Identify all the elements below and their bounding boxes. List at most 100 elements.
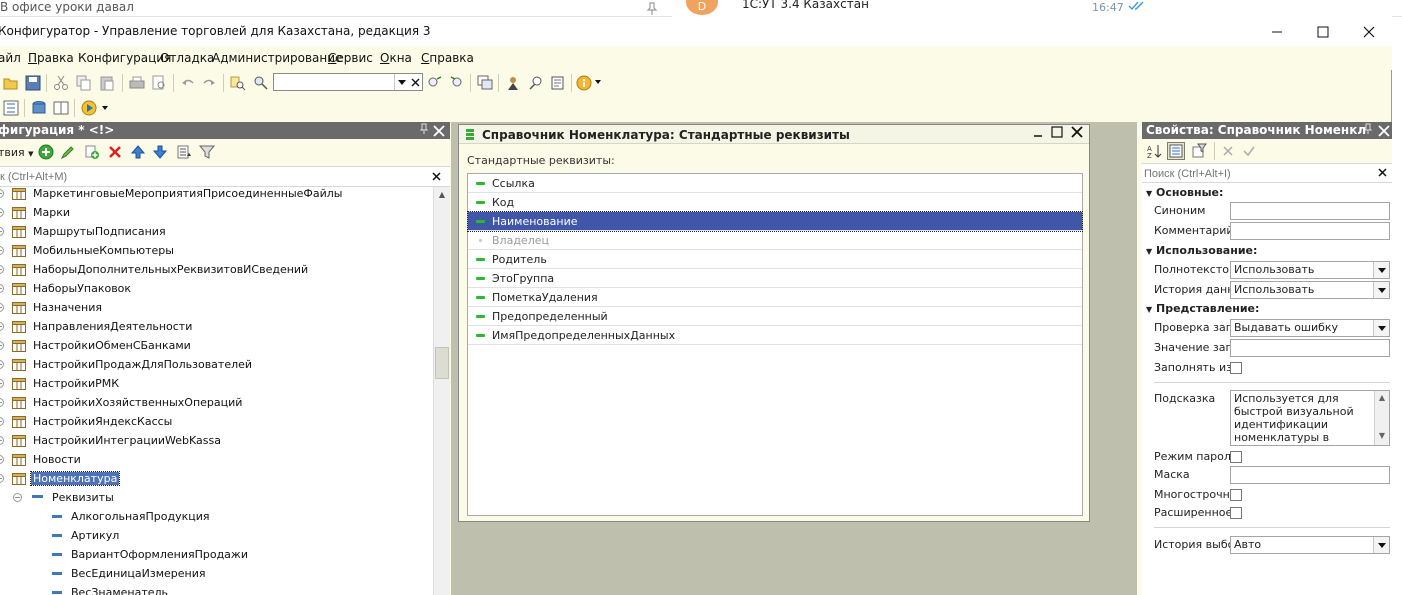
tooltip-scrollbar[interactable]: ▲ ▼ xyxy=(1374,391,1389,445)
print-icon[interactable] xyxy=(129,75,145,91)
search-input[interactable] xyxy=(274,74,394,90)
edit-icon[interactable] xyxy=(60,144,76,160)
start-debug-icon[interactable] xyxy=(81,100,97,116)
expand-icon[interactable]: + xyxy=(0,379,4,388)
expand-icon[interactable]: + xyxy=(0,246,4,255)
attribute-row[interactable]: Ссылка xyxy=(468,174,1082,193)
undo-icon[interactable] xyxy=(180,75,196,91)
collapse-icon[interactable]: − xyxy=(13,493,22,502)
attribute-row[interactable]: Родитель xyxy=(468,250,1082,269)
expand-icon[interactable]: + xyxy=(0,189,4,198)
close-panel-button[interactable] xyxy=(1378,122,1390,137)
menu-file[interactable]: айл xyxy=(0,51,21,65)
menu-edit[interactable]: Правка xyxy=(28,51,74,65)
attribute-row[interactable]: Владелец xyxy=(468,231,1082,250)
find-next-icon[interactable] xyxy=(427,75,443,91)
menu-windows[interactable]: Окна xyxy=(380,51,412,65)
windows-icon[interactable] xyxy=(477,75,493,91)
expand-icon[interactable]: + xyxy=(0,341,4,350)
find-previous-icon[interactable] xyxy=(449,75,465,91)
attribute-row[interactable]: ЭтоГруппа xyxy=(468,269,1082,288)
chevron-down-icon[interactable] xyxy=(1373,537,1389,553)
mask-field[interactable] xyxy=(1230,466,1390,484)
add-icon[interactable] xyxy=(38,144,54,160)
search-combobox[interactable] xyxy=(273,73,423,91)
comment-field[interactable] xyxy=(1230,222,1390,240)
tree-item[interactable]: + Номенклатура xyxy=(0,470,433,489)
apply-icon[interactable] xyxy=(1241,143,1257,159)
expand-icon[interactable]: + xyxy=(0,398,4,407)
expand-icon[interactable]: + xyxy=(0,360,4,369)
paste-icon[interactable] xyxy=(99,75,115,91)
attribute-row[interactable]: Наименование xyxy=(467,211,1083,232)
expand-icon[interactable]: + xyxy=(0,208,4,217)
maximize-button[interactable] xyxy=(1051,125,1063,139)
move-down-icon[interactable] xyxy=(152,144,168,160)
scroll-down-icon[interactable]: ▼ xyxy=(1375,429,1389,443)
menu-administration[interactable]: Администрирование xyxy=(212,51,342,65)
expand-icon[interactable]: + xyxy=(0,474,4,483)
multiline-checkbox[interactable] xyxy=(1230,489,1242,501)
tree-item[interactable]: ВесЕдиницаИзмерения xyxy=(0,565,433,584)
menu-debug[interactable]: Отладка xyxy=(160,51,214,65)
tree-item[interactable]: + НастройкиРМК xyxy=(0,375,433,394)
tree-item[interactable]: + Назначения xyxy=(0,299,433,318)
delete-icon[interactable] xyxy=(107,144,123,160)
tree-item[interactable]: АлкогольнаяПродукция xyxy=(0,508,433,527)
chevron-down-icon[interactable] xyxy=(394,74,408,90)
search-icon[interactable] xyxy=(253,75,269,91)
minimize-button[interactable] xyxy=(1254,17,1300,46)
tree-item[interactable]: − Реквизиты xyxy=(0,489,433,508)
sort-icon[interactable] xyxy=(176,144,192,160)
cancel-icon[interactable] xyxy=(1220,143,1236,159)
extended-edit-checkbox[interactable] xyxy=(1230,507,1242,519)
attribute-row[interactable]: Предопределенный xyxy=(468,307,1082,326)
redo-icon[interactable] xyxy=(201,75,217,91)
filter-icon[interactable] xyxy=(199,144,215,160)
cut-icon[interactable] xyxy=(53,75,69,91)
copy-icon[interactable] xyxy=(76,75,92,91)
chevron-down-icon[interactable] xyxy=(1373,282,1389,298)
dropdown-arrow-icon[interactable] xyxy=(595,80,603,88)
configuration-search-input[interactable] xyxy=(0,169,420,185)
expand-icon[interactable]: + xyxy=(0,303,4,312)
tree-scrollbar[interactable]: ▲ xyxy=(433,187,450,595)
tree-item[interactable]: + Новости xyxy=(0,451,433,470)
fill-from-data-checkbox[interactable] xyxy=(1230,362,1242,374)
minimize-button[interactable] xyxy=(1033,126,1043,138)
synonym-field[interactable] xyxy=(1230,202,1390,220)
tree-item[interactable]: + МаршрутыПодписания xyxy=(0,223,433,242)
dropdown-arrow-icon[interactable] xyxy=(102,106,110,114)
expand-icon[interactable]: + xyxy=(0,284,4,293)
pin-icon[interactable] xyxy=(645,2,659,16)
expand-icon[interactable]: + xyxy=(0,417,4,426)
section-presentation[interactable]: ▼ Представление: xyxy=(1146,302,1259,315)
open-folder-icon[interactable] xyxy=(3,75,19,91)
tree-item[interactable]: + НаборыДополнительныхРеквизитовИСведений xyxy=(0,261,433,280)
fulltext-search-select[interactable]: Использовать xyxy=(1230,261,1390,279)
chevron-down-icon[interactable] xyxy=(1373,320,1389,336)
tooltip-textarea[interactable]: Используется для быстрой визуальной иден… xyxy=(1230,390,1390,446)
attribute-row[interactable]: ПометкаУдаления xyxy=(468,288,1082,307)
compare-icon[interactable] xyxy=(53,100,69,116)
info-icon[interactable] xyxy=(576,75,592,91)
config-tree-icon[interactable] xyxy=(3,100,19,116)
menu-help[interactable]: Справка xyxy=(421,51,474,65)
chat-title[interactable]: В офисе уроки давал xyxy=(0,0,134,14)
attribute-row[interactable]: ИмяПредопределенныхДанных xyxy=(468,326,1082,345)
copy-object-icon[interactable] xyxy=(84,144,100,160)
move-up-icon[interactable] xyxy=(130,144,146,160)
fill-check-select[interactable]: Выдавать ошибку xyxy=(1230,319,1390,337)
tree-item[interactable]: + МаркетинговыеМероприятияПрисоединенныеФ… xyxy=(0,187,433,204)
tree-item[interactable]: + НастройкиИнтеграцииWebKassa xyxy=(0,432,433,451)
expand-icon[interactable]: + xyxy=(0,265,4,274)
properties-search-input[interactable] xyxy=(1144,166,1374,181)
tree-item[interactable]: + МобильныеКомпьютеры xyxy=(0,242,433,261)
choice-history-select[interactable]: Авто xyxy=(1230,536,1390,554)
pin-icon[interactable] xyxy=(420,123,428,135)
clear-search-icon[interactable] xyxy=(1378,165,1387,177)
tree-item[interactable]: + НаборыУпаковок xyxy=(0,280,433,299)
help-book-icon[interactable] xyxy=(550,75,566,91)
clear-search-icon[interactable] xyxy=(432,169,441,181)
database-update-icon[interactable] xyxy=(31,100,47,116)
